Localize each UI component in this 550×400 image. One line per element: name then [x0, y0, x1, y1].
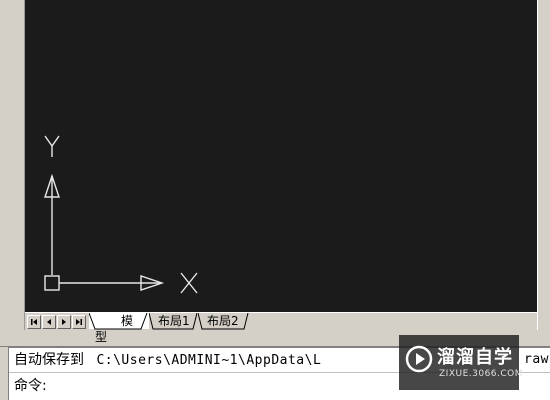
tab-layout2[interactable]: 布局2 [198, 313, 249, 330]
command-history-line: 自动保存到 C:\Users\ADMINI~1\AppData\L rawi [14, 350, 550, 370]
layout-tab-bar: 模型 布局1 布局2 [25, 312, 537, 344]
ucs-icon: X Y [44, 135, 198, 294]
tab-layout2-label: 布局2 [207, 314, 239, 328]
previous-page-icon [47, 319, 51, 325]
previous-tab-button[interactable] [42, 315, 56, 329]
command-prompt: 命令: [14, 378, 47, 394]
watermark-url: ZIXUE.3066.COM [439, 369, 524, 379]
ucs-origin-box [44, 275, 60, 291]
tab-layout1-label: 布局1 [158, 314, 190, 328]
command-prompt-line[interactable]: 命令: [14, 376, 47, 396]
play-logo-icon [405, 345, 433, 373]
autosave-label: 自动保存到 [14, 352, 84, 368]
watermark-title: 溜溜自学 [437, 347, 513, 368]
left-frame [0, 0, 25, 330]
first-tab-button[interactable] [27, 315, 41, 329]
watermark-badge: 溜溜自学 ZIXUE.3066.COM [399, 335, 523, 390]
autosave-path: C:\Users\ADMINI~1\AppData\L [96, 353, 322, 368]
first-page-icon [31, 319, 37, 325]
model-space-canvas[interactable]: X Y [25, 0, 537, 312]
right-frame [537, 0, 550, 330]
last-page-icon [76, 319, 82, 325]
autosave-path-tail: rawi [524, 352, 550, 367]
tab-layout1[interactable]: 布局1 [149, 313, 199, 330]
ucs-y-label-text: Y [52, 149, 53, 151]
ucs-x-label-text: X [189, 289, 190, 291]
next-page-icon [62, 319, 66, 325]
last-tab-button[interactable] [72, 315, 86, 329]
tab-model[interactable]: 模型 [89, 313, 149, 344]
next-tab-button[interactable] [57, 315, 71, 329]
ucs-y-label [44, 135, 60, 157]
cad-application: X Y 模型 布局1 布局2 自动保存到 C:\Users\ADMINI~1\A… [0, 0, 550, 400]
